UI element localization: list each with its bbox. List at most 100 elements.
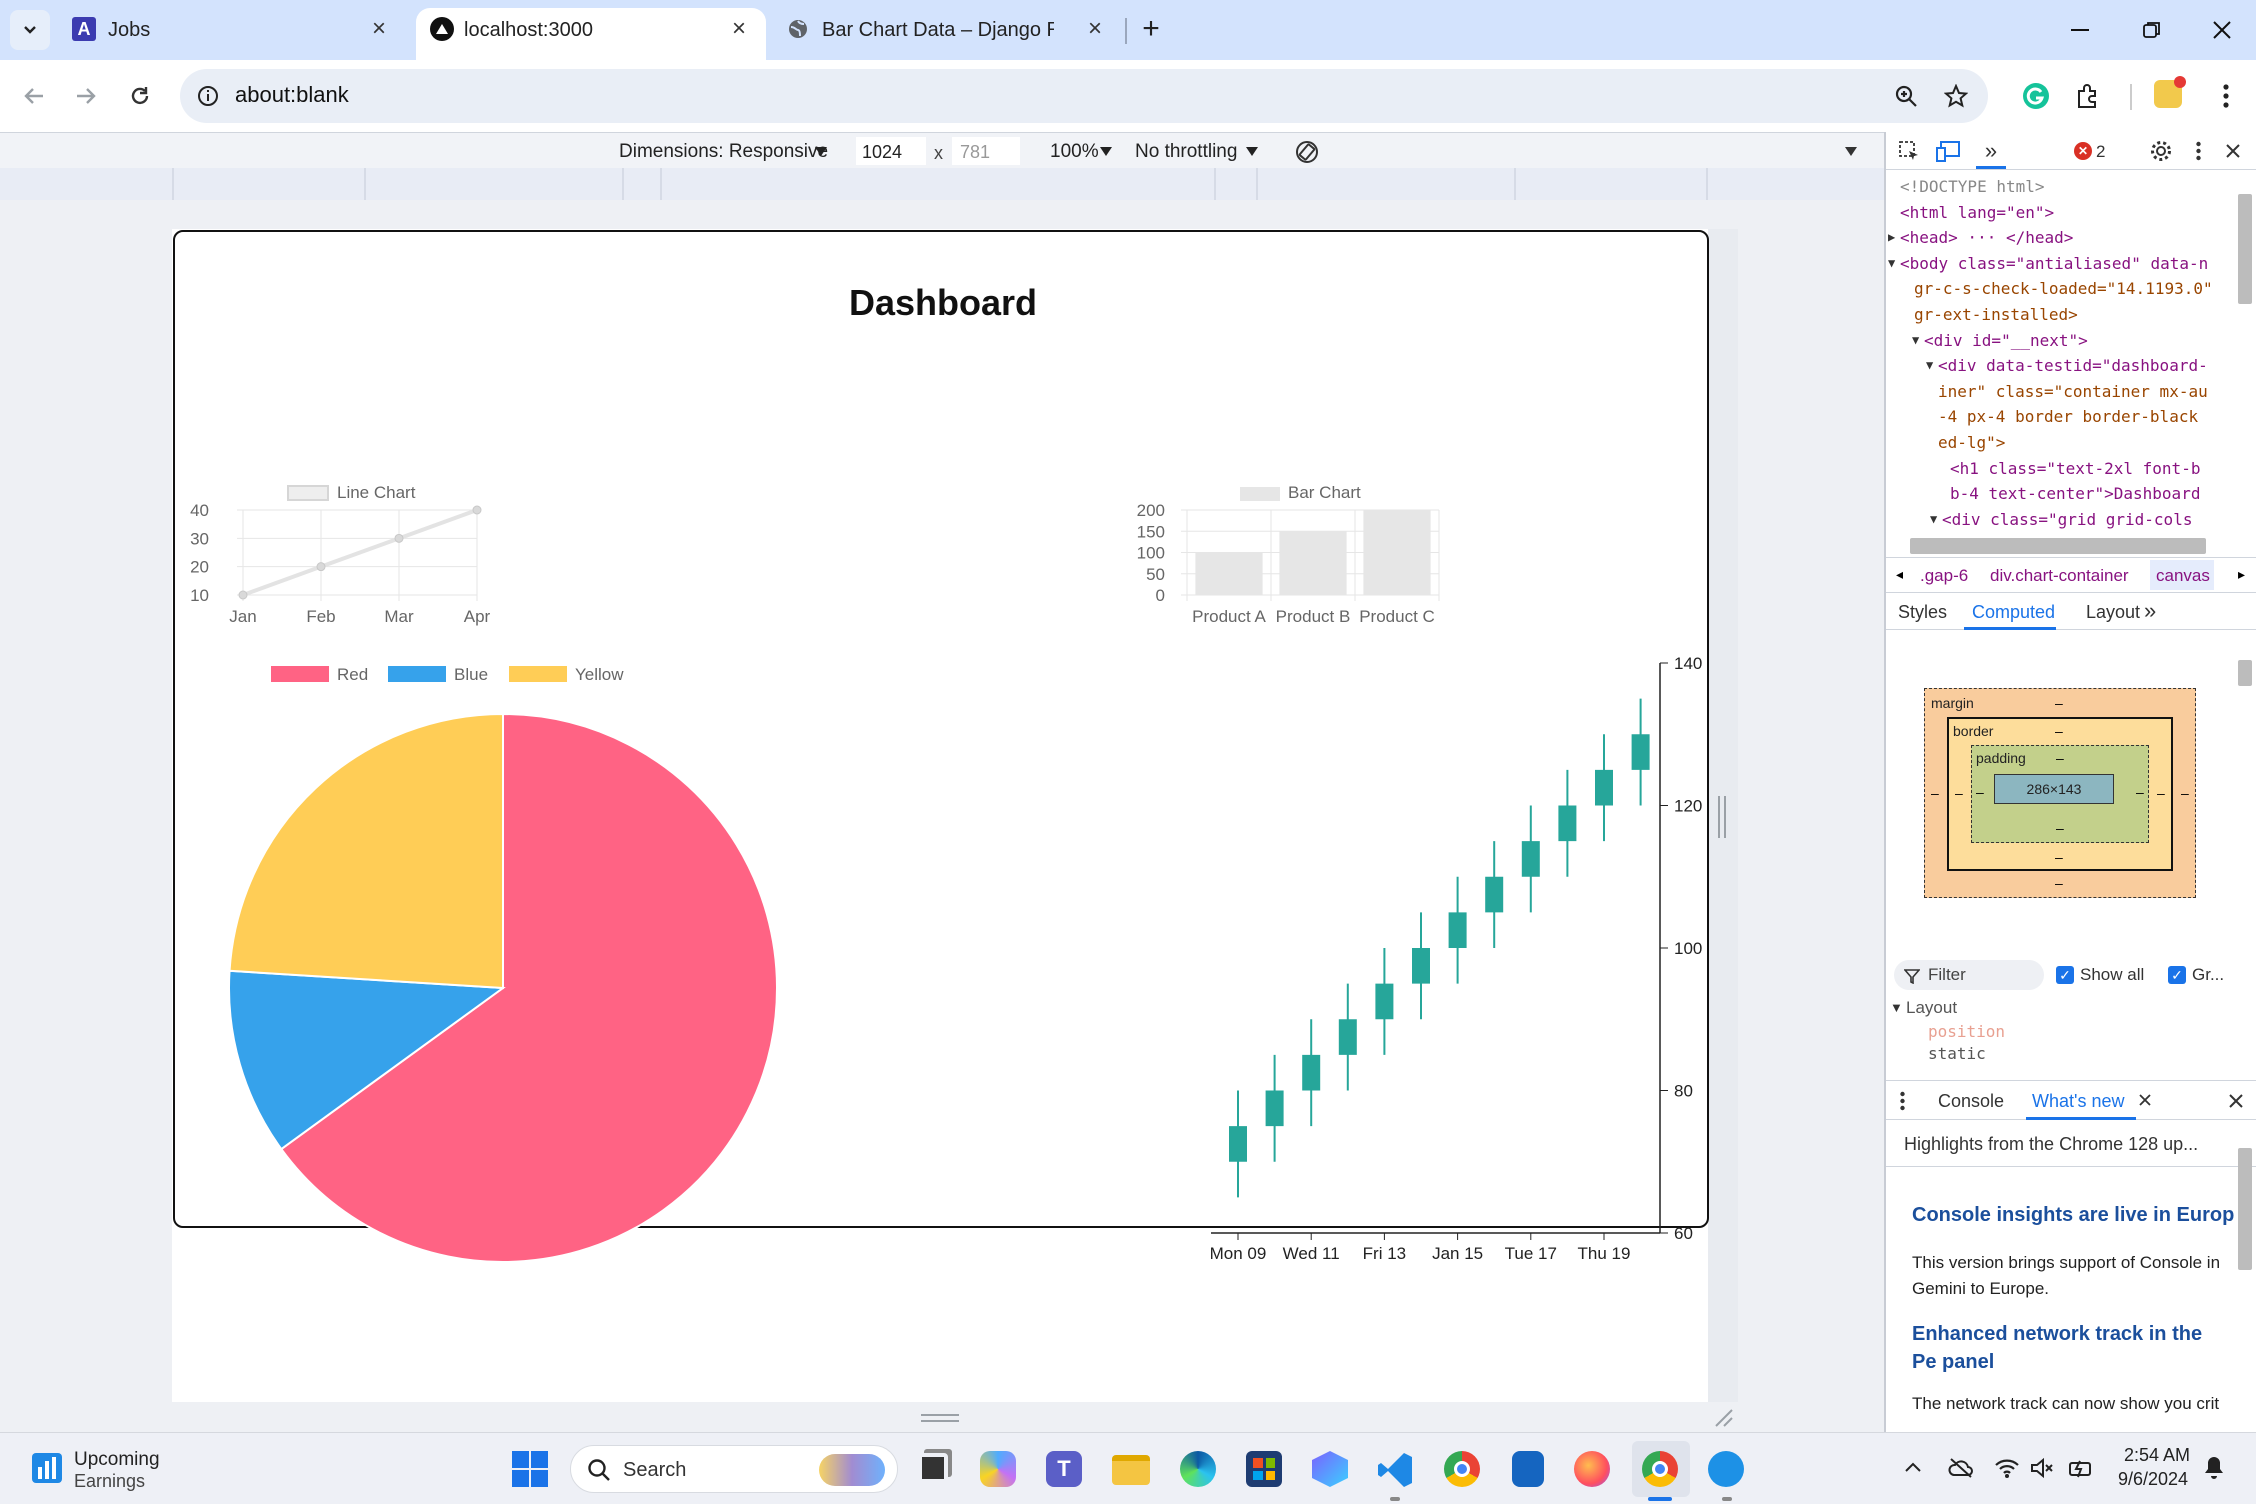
breadcrumb-item[interactable]: canvas (2156, 566, 2210, 586)
dom-expand-toggle-icon[interactable]: ▼ (1926, 353, 1933, 379)
dom-expand-toggle-icon[interactable]: ▼ (1888, 251, 1895, 277)
more-options-caret-icon[interactable] (1845, 147, 1857, 157)
notification-bell-icon[interactable] (2204, 1455, 2224, 1481)
vscode-icon[interactable] (1376, 1451, 1414, 1489)
close-drawer-icon[interactable] (2224, 1089, 2248, 1113)
tab-whats-new[interactable]: What's new (2032, 1091, 2124, 1112)
height-input[interactable]: 781 (952, 137, 1020, 165)
taskbar-search[interactable]: Search (570, 1445, 898, 1493)
dom-node-line[interactable]: ▼ <body class="antialiased" data-n (1886, 251, 2238, 277)
dom-node-line[interactable]: ▼ <div id="__next"> (1886, 328, 2238, 354)
wifi-icon[interactable] (1994, 1457, 2020, 1479)
dom-node-line[interactable]: gr-c-s-check-loaded="14.1193.0" (1886, 276, 2238, 302)
speaker-muted-icon[interactable] (2030, 1457, 2054, 1479)
grammarly-icon[interactable] (2016, 76, 2056, 116)
copilot-icon[interactable] (980, 1451, 1016, 1487)
file-explorer-icon[interactable] (1112, 1455, 1150, 1485)
firefox-icon[interactable] (1574, 1451, 1610, 1487)
breadcrumb-item[interactable]: .gap-6 (1920, 566, 1968, 586)
url-text[interactable]: about:blank (235, 82, 349, 108)
tab-jobs[interactable]: A Jobs × (60, 8, 406, 60)
chrome-canary-icon[interactable] (1642, 1451, 1678, 1487)
computed-scrollbar[interactable] (2238, 660, 2252, 686)
inspect-element-icon[interactable] (1896, 138, 1922, 164)
dom-node-line[interactable]: -4 px-4 border border-black (1886, 404, 2238, 430)
new-tab-plus-icon[interactable]: + (1134, 12, 1168, 46)
bookmark-star-icon[interactable] (1938, 78, 1974, 114)
dom-node-line[interactable]: ▶ <head> ··· </head> (1886, 225, 2238, 251)
power-automate-icon[interactable] (1312, 1451, 1348, 1487)
vpn-shield-icon[interactable] (1512, 1451, 1544, 1487)
tab-styles[interactable]: Styles (1898, 602, 1947, 623)
more-panel-tabs-icon[interactable]: » (2144, 598, 2156, 624)
widgets-button[interactable]: Upcoming Earnings (28, 1447, 188, 1493)
breadcrumb-right-arrow[interactable]: ▸ (2238, 566, 2245, 583)
dimensions-dropdown[interactable]: Dimensions: Responsive (619, 141, 828, 163)
extensions-puzzle-icon[interactable] (2068, 76, 2108, 116)
close-devtools-icon[interactable] (2220, 138, 2246, 164)
forward-arrow-icon[interactable] (66, 76, 106, 116)
tab-localhost[interactable]: localhost:3000 × (416, 8, 766, 60)
dom-horizontal-scrollbar[interactable] (1910, 538, 2206, 554)
close-icon[interactable]: × (726, 15, 752, 42)
devtools-menu-icon[interactable] (2188, 138, 2208, 164)
dom-node-line[interactable]: <!DOCTYPE html> (1886, 174, 2238, 200)
omnibox[interactable]: about:blank (180, 69, 1988, 123)
dom-node-line[interactable]: ▼ <div class="grid grid-cols (1886, 507, 2238, 533)
layout-section-toggle[interactable]: ▼ (1890, 1000, 1903, 1015)
rotate-icon[interactable] (1292, 137, 1322, 167)
teams-icon[interactable]: T (1046, 1451, 1082, 1487)
dom-expand-toggle-icon[interactable]: ▶ (1888, 225, 1895, 251)
drawer-menu-icon[interactable] (1892, 1089, 1912, 1113)
dom-node-line[interactable]: iner" class="container mx-au (1886, 379, 2238, 405)
tab-console[interactable]: Console (1938, 1091, 2004, 1112)
close-tab-icon[interactable] (2136, 1091, 2154, 1109)
tab-django[interactable]: Bar Chart Data – Django REST fr × (772, 8, 1118, 60)
error-count[interactable]: 2 (2096, 142, 2105, 162)
cloud-offline-icon[interactable] (1948, 1457, 1974, 1479)
info-icon[interactable] (190, 78, 226, 114)
profile-avatar-icon[interactable] (2148, 74, 2188, 114)
throttling-dropdown[interactable]: No throttling (1135, 141, 1237, 163)
filter-input[interactable]: Filter (1894, 960, 2044, 990)
breadcrumb-item[interactable]: div.chart-container (1990, 566, 2129, 586)
breadcrumb-left-arrow[interactable]: ◂ (1896, 566, 1903, 583)
article-title[interactable]: Enhanced network track in the Pe panel (1912, 1320, 2212, 1376)
minimize-icon[interactable] (2060, 10, 2100, 50)
show-all-checkbox[interactable]: ✓ (2056, 966, 2074, 984)
article-title[interactable]: Console insights are live in Europ (1912, 1204, 2238, 1232)
resize-corner-icon[interactable] (1712, 1406, 1734, 1428)
reload-icon[interactable] (120, 76, 160, 116)
tab-layout[interactable]: Layout (2086, 602, 2140, 623)
close-window-icon[interactable] (2202, 10, 2242, 50)
tab-search-button[interactable] (10, 10, 50, 50)
docker-icon[interactable] (1708, 1451, 1744, 1487)
dom-vertical-scrollbar[interactable] (2238, 194, 2252, 304)
zoom-dropdown[interactable]: 100% (1050, 141, 1099, 163)
restore-icon[interactable] (2132, 10, 2172, 50)
resize-handle-right[interactable] (1718, 796, 1726, 838)
battery-charging-icon[interactable] (2068, 1457, 2094, 1479)
dom-node-line[interactable]: <h1 class="text-2xl font-b (1886, 456, 2238, 482)
dom-node-line[interactable]: gr-ext-installed> (1886, 302, 2238, 328)
task-view-icon[interactable] (918, 1453, 948, 1483)
windows-start-icon[interactable] (512, 1451, 548, 1487)
dom-node-line[interactable]: ▼ <div data-testid="dashboard- (1886, 353, 2238, 379)
clock-time[interactable]: 2:54 AM (2124, 1445, 2190, 1466)
kebab-menu-icon[interactable] (2206, 76, 2246, 116)
width-input[interactable]: 1024 (856, 137, 926, 165)
dom-node-line[interactable]: ed-lg"> (1886, 430, 2238, 456)
dom-node-line[interactable]: <html lang="en"> (1886, 200, 2238, 226)
chrome-icon[interactable] (1444, 1451, 1480, 1487)
tab-computed[interactable]: Computed (1972, 602, 2055, 623)
layout-section-title[interactable]: Layout (1906, 998, 1957, 1018)
device-toggle-icon[interactable] (1934, 138, 1962, 164)
edge-icon[interactable] (1180, 1451, 1216, 1487)
close-icon[interactable]: × (366, 15, 392, 42)
close-icon[interactable]: × (1082, 15, 1108, 42)
drawer-scrollbar[interactable] (2238, 1148, 2252, 1270)
zoom-icon[interactable] (1888, 78, 1924, 114)
clock-date[interactable]: 9/6/2024 (2118, 1469, 2188, 1490)
dom-node-line[interactable]: b-4 text-center">Dashboard (1886, 481, 2238, 507)
back-arrow-icon[interactable] (14, 76, 54, 116)
